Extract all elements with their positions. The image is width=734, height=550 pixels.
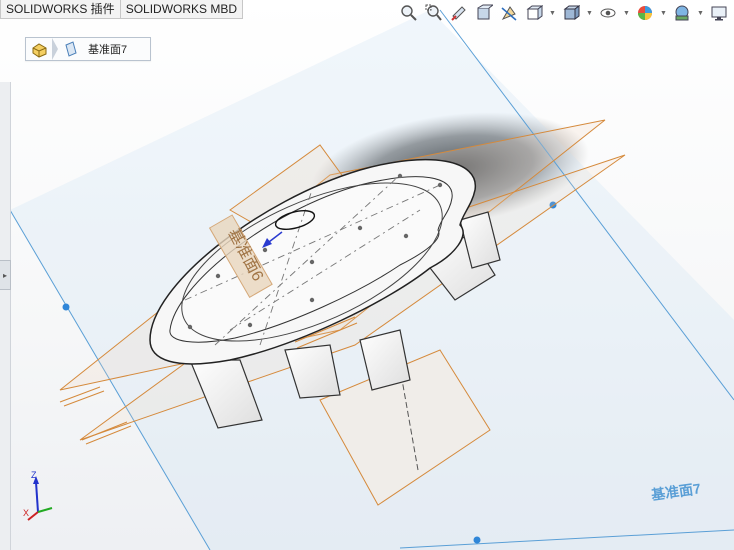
view-orientation-icon[interactable] [523,2,545,24]
display-style-icon[interactable] [560,2,582,24]
chevron-down-icon[interactable]: ▼ [696,2,705,24]
zoom-to-fit-icon[interactable] [398,2,420,24]
chevron-down-icon[interactable]: ▼ [659,2,668,24]
zoom-to-area-icon[interactable] [423,2,445,24]
edit-appearance-icon[interactable] [634,2,656,24]
model-scene[interactable]: 基准面6 基准面7 [0,0,734,550]
chevron-down-icon[interactable]: ▼ [622,2,631,24]
tab-solidworks-mbd[interactable]: SOLIDWORKS MBD [120,0,244,19]
plane-handle[interactable] [62,303,70,311]
tab-solidworks-addins[interactable]: SOLIDWORKS 插件 [0,0,121,19]
chevron-down-icon[interactable]: ▼ [585,2,594,24]
part-icon[interactable] [26,38,52,60]
previous-view-icon[interactable] [448,2,470,24]
graphics-area[interactable]: 基准面6 基准面7 SOLIDWORKS 插件 SOLIDWORKS MBD ▼ [0,0,734,550]
breadcrumb-label[interactable]: 基准面7 [84,41,127,57]
plane-handle[interactable] [473,536,481,544]
breadcrumb: 基准面7 [25,37,151,61]
view-settings-icon[interactable] [708,2,730,24]
section-view-icon[interactable] [473,2,495,24]
panel-collapse-handle[interactable]: ▸ [0,260,11,290]
chevron-down-icon[interactable]: ▼ [548,2,557,24]
reference-triad: Z X [23,470,53,521]
triad-z-label: Z [31,470,37,480]
plane-icon[interactable] [58,38,84,60]
dynamic-annotation-icon[interactable] [498,2,520,24]
feature-manager-edge [0,82,11,550]
hide-show-items-icon[interactable] [597,2,619,24]
heads-up-view-toolbar: ▼ ▼ ▼ ▼ ▼ [398,2,730,24]
triad-x-label: X [23,508,29,518]
apply-scene-icon[interactable] [671,2,693,24]
addin-tab-bar: SOLIDWORKS 插件 SOLIDWORKS MBD [0,0,244,19]
